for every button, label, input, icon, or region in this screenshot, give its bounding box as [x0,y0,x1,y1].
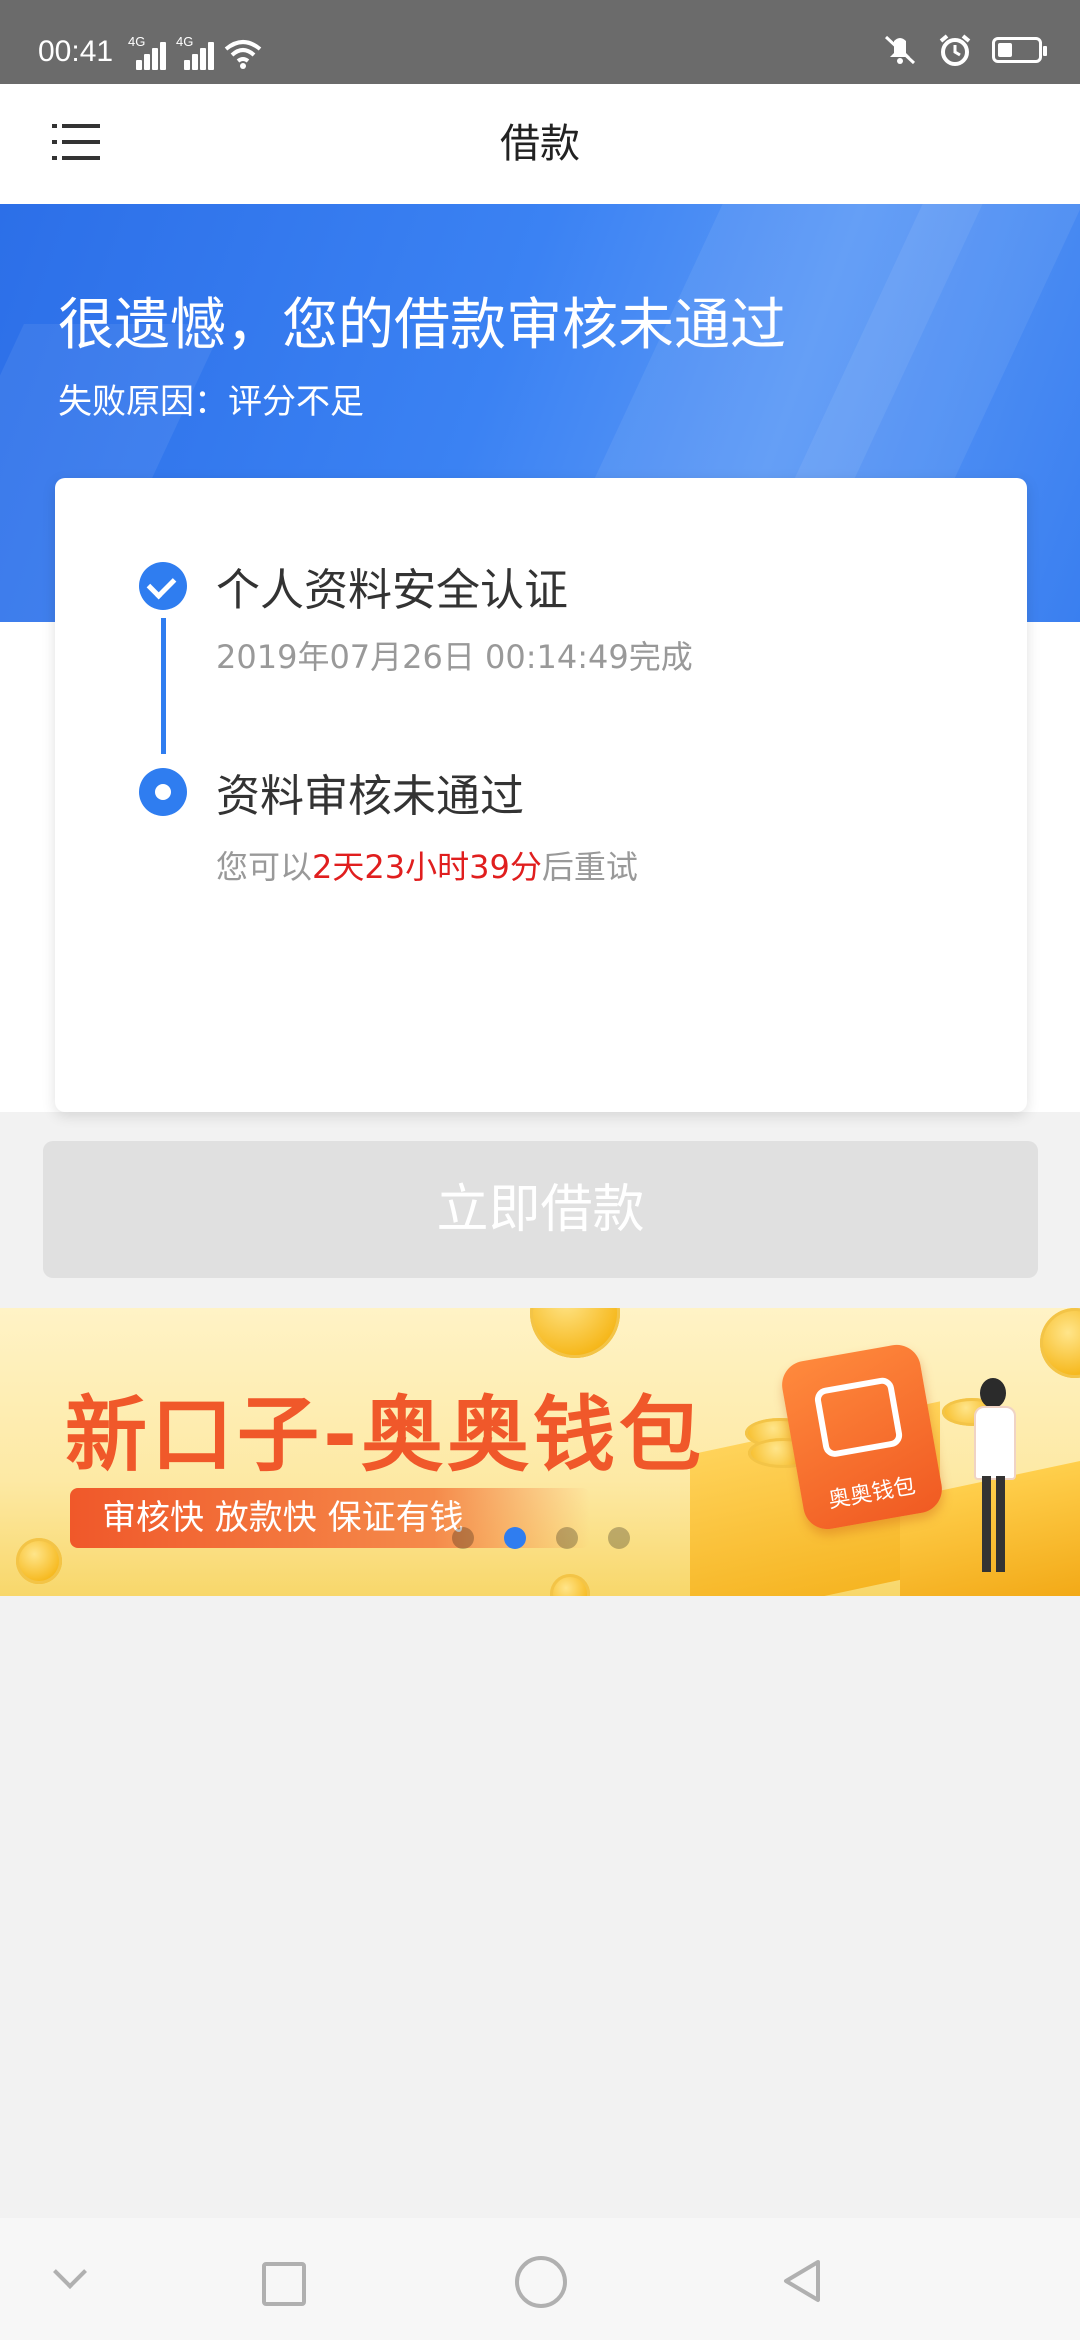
retry-countdown-value: 2天23小时39分 [312,848,542,886]
promo-banner[interactable]: 奥奥钱包 新口子-奥奥钱包 审核快 放款快 保证有钱 [0,1308,1080,1596]
back-icon[interactable] [780,2258,822,2304]
progress-card: 个人资料安全认证 2019年07月26日 00:14:49完成 资料审核未通过 … [55,478,1027,1112]
status-time: 00:41 [38,35,114,68]
battery-icon [992,37,1047,63]
hide-nav-icon[interactable] [53,2255,87,2289]
alarm-icon [939,34,971,66]
coin-decoration [16,1538,62,1584]
app-bar: 借款 [0,84,1080,204]
banner-title: 新口子-奥奥钱包 [65,1388,706,1483]
status-left-icons: 4G 4G [128,30,262,70]
carousel-dot[interactable] [556,1527,578,1549]
retry-prefix: 您可以 [216,848,313,886]
network-type-label: 4G [128,34,146,49]
step-connector [161,618,166,754]
wallet-app-icon: 奥奥钱包 [778,1341,946,1533]
failure-reason: 失败原因：评分不足 [58,382,364,422]
mute-vibrate-icon [884,35,916,65]
coin-decoration [550,1574,590,1596]
recents-icon[interactable] [262,2262,306,2306]
step-title: 个人资料安全认证 [216,565,568,616]
carousel-indicator [452,1527,630,1549]
app-icon-label: 奥奥钱包 [826,1473,918,1514]
person-illustration [968,1378,1018,1578]
page-title: 借款 [500,121,580,167]
retry-countdown: 您可以2天23小时39分后重试 [216,842,638,888]
network-type-label: 4G [176,34,194,49]
system-nav-bar [0,2218,1080,2340]
carousel-dot[interactable] [608,1527,630,1549]
result-title: 很遗憾，您的借款审核未通过 [58,293,786,358]
home-icon[interactable] [515,2256,567,2308]
coin-decoration [530,1308,620,1358]
status-right-icons [882,30,1047,70]
step-title: 资料审核未通过 [216,771,524,822]
signal-icon: 4G [176,34,216,70]
coin-decoration [1040,1308,1080,1378]
carousel-dot[interactable] [452,1527,474,1549]
check-circle-icon [139,562,187,610]
status-bar: 00:41 4G 4G [0,0,1080,84]
borrow-now-button[interactable]: 立即借款 [43,1141,1038,1278]
current-step-icon [139,768,187,816]
step-description: 2019年07月26日 00:14:49完成 [216,638,693,676]
carousel-dot-active[interactable] [504,1527,526,1549]
retry-suffix: 后重试 [541,848,638,886]
wifi-icon [224,40,262,69]
signal-icon: 4G [128,34,168,70]
